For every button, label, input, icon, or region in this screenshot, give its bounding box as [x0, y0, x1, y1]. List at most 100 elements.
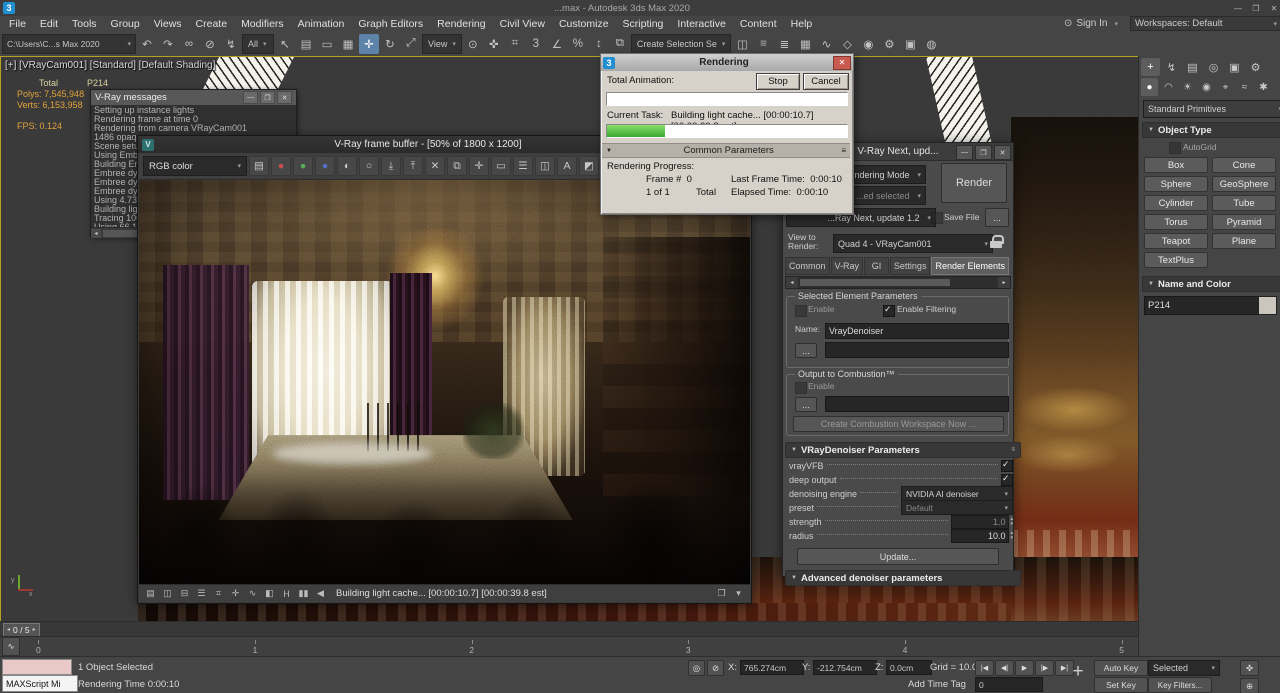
shapes-category-icon[interactable]: ◠	[1160, 78, 1177, 96]
vfb-color-corrections-icon[interactable]: ◩	[579, 156, 599, 176]
panel-scrollbar[interactable]: ◂ ▸	[785, 276, 1011, 289]
previous-frame-button[interactable]: ◀|	[995, 660, 1014, 676]
align-icon[interactable]: ≡	[753, 34, 773, 54]
menu-item[interactable]: Scripting	[616, 18, 671, 30]
render-production-icon[interactable]: ◍	[921, 34, 941, 54]
render-button[interactable]: Render	[941, 163, 1007, 203]
go-to-start-button[interactable]: |◀	[975, 660, 994, 676]
z-coordinate-field[interactable]: 0.0cm	[886, 660, 932, 675]
rendering-dialog-titlebar[interactable]: 3 Rendering ✕	[601, 54, 853, 71]
space-warps-category-icon[interactable]: ≈	[1236, 78, 1253, 96]
close-icon[interactable]: ✕	[994, 145, 1011, 160]
menu-item[interactable]: Edit	[33, 18, 65, 30]
vfb-status-pause-icon[interactable]: ▮▮	[296, 587, 311, 601]
lock-view-icon[interactable]	[989, 234, 1003, 249]
view-to-render-dropdown[interactable]: Quad 4 - VRayCam001	[833, 234, 993, 253]
render-setup-icon[interactable]: ⚙	[879, 34, 899, 54]
menu-item[interactable]: Graph Editors	[351, 18, 430, 30]
select-and-manipulate-icon[interactable]: ✜	[484, 34, 504, 54]
current-frame-field[interactable]: 0	[975, 677, 1043, 692]
sign-in-button[interactable]: ⊙ Sign In ▾	[1064, 18, 1118, 29]
vfb-status-list-icon[interactable]: ☰	[194, 587, 209, 601]
layer-manager-icon[interactable]: ≣	[774, 34, 794, 54]
vfb-clear-image-icon[interactable]: ✕	[425, 156, 445, 176]
menu-item[interactable]: Tools	[65, 18, 104, 30]
geometry-category-icon[interactable]: ●	[1141, 78, 1158, 96]
fb-expand-icon[interactable]: ▾	[731, 587, 746, 601]
primitive-button[interactable]: Box	[1144, 157, 1208, 173]
select-by-name-icon[interactable]: ▤	[296, 34, 316, 54]
time-slider-thumb[interactable]: ◂ 0 / 5 ▸	[3, 623, 40, 637]
common-parameters-header[interactable]: ▼ Common Parameters ≡	[602, 143, 850, 158]
combustion-path-field[interactable]	[825, 396, 1009, 412]
vfb-status-half-icon[interactable]: ◧	[262, 587, 277, 601]
vraydenoiser-parameters-rollout[interactable]: ▼ VRayDenoiser Parameters ≡	[785, 442, 1021, 458]
scroll-left-icon[interactable]: ◂	[91, 229, 101, 238]
menu-item[interactable]: Group	[104, 18, 147, 30]
named-selection-sets-dropdown[interactable]: Create Selection Se	[631, 34, 732, 54]
menu-item[interactable]: Customize	[552, 18, 616, 30]
spinner-arrows-icon[interactable]: ▴▾	[1010, 531, 1013, 541]
schematic-view-icon[interactable]: ◇	[837, 34, 857, 54]
enable-checkbox[interactable]	[795, 305, 807, 317]
crossing-selection-icon[interactable]: ▦	[338, 34, 358, 54]
render-setup-tab[interactable]: Common	[785, 257, 830, 275]
output-path-field[interactable]	[825, 342, 1009, 358]
vfb-status-step-icon[interactable]: ◀	[313, 587, 328, 601]
spinner-snap-icon[interactable]: ↕	[589, 34, 609, 54]
select-object-icon[interactable]: ↖	[275, 34, 295, 54]
vfb-pixel-info-icon[interactable]: ☰	[513, 156, 533, 176]
scroll-right-icon[interactable]: ▸	[998, 277, 1010, 288]
advanced-denoiser-rollout[interactable]: ▼ Advanced denoiser parameters	[785, 570, 1021, 586]
menu-item[interactable]: Views	[147, 18, 189, 30]
primitive-button[interactable]: GeoSphere	[1212, 176, 1276, 192]
vrayvfb-checkbox[interactable]	[1001, 460, 1013, 472]
lights-category-icon[interactable]: ☀	[1179, 78, 1196, 96]
selection-filter-dropdown[interactable]: All	[242, 34, 274, 54]
name-and-color-rollout[interactable]: ▼ Name and Color	[1142, 276, 1280, 292]
keyboard-override-icon[interactable]: ⌗	[505, 34, 525, 54]
deep-output-checkbox[interactable]	[1001, 474, 1013, 486]
vfb-duplicate-icon[interactable]: ⧉	[447, 156, 467, 176]
primitive-button[interactable]: TextPlus	[1144, 252, 1208, 268]
vfb-green-channel-icon[interactable]: ●	[293, 156, 313, 176]
select-and-rotate-icon[interactable]: ↻	[380, 34, 400, 54]
element-name-field[interactable]: VrayDenoiser	[825, 323, 1009, 339]
rendered-frame-window-icon[interactable]: ▣	[900, 34, 920, 54]
helpers-category-icon[interactable]: ⌖	[1217, 78, 1234, 96]
rectangular-selection-icon[interactable]: ▭	[317, 34, 337, 54]
unlink-selection-icon[interactable]: ⊘	[200, 34, 220, 54]
menu-item[interactable]: Rendering	[430, 18, 492, 30]
output-browse-button[interactable]: ...	[795, 343, 817, 358]
workspaces-dropdown[interactable]: Workspaces: Default ▾	[1130, 16, 1280, 31]
vfb-status-track-icon[interactable]: ✛	[228, 587, 243, 601]
save-file-checkbox[interactable]	[931, 212, 943, 224]
enable-filtering-checkbox[interactable]	[883, 305, 895, 317]
y-coordinate-field[interactable]: -212.754cm	[813, 660, 877, 675]
lock-selection-icon[interactable]: ⊘	[707, 660, 724, 676]
frame-forward-icon[interactable]: ▸	[33, 626, 36, 633]
redo-icon[interactable]: ↷	[158, 34, 178, 54]
mirror-icon[interactable]: ◫	[732, 34, 752, 54]
spinner-arrows-icon[interactable]: ▴▾	[1010, 517, 1013, 527]
bind-to-space-warp-icon[interactable]: ↯	[221, 34, 241, 54]
macro-recorder-area[interactable]	[2, 659, 72, 675]
menu-item[interactable]: Interactive	[670, 18, 732, 30]
rendered-image[interactable]	[139, 180, 750, 585]
maximize-window-icon[interactable]: ❐	[1247, 4, 1265, 13]
edit-named-selections-icon[interactable]: ⧉	[610, 34, 630, 54]
use-pivot-center-icon[interactable]: ⊙	[463, 34, 483, 54]
render-setup-tab[interactable]: Render Elements	[931, 257, 1009, 275]
reference-coordinate-dropdown[interactable]: View	[422, 34, 462, 54]
strength-field[interactable]: 1.0	[951, 515, 1009, 529]
minimize-icon[interactable]: —	[956, 145, 973, 160]
scrollbar-thumb[interactable]	[800, 279, 950, 286]
primitive-button[interactable]: Teapot	[1144, 233, 1208, 249]
primitive-button[interactable]: Tube	[1212, 195, 1276, 211]
primitives-category-dropdown[interactable]: Standard Primitives	[1143, 100, 1280, 118]
set-key-button[interactable]: Set Key	[1094, 677, 1148, 693]
angle-snap-icon[interactable]: ∠	[547, 34, 567, 54]
select-and-link-icon[interactable]: ∞	[179, 34, 199, 54]
mini-curve-editor-button[interactable]: ∿	[2, 637, 20, 656]
project-folder-dropdown[interactable]: C:\Users\C...s Max 2020 ▾	[2, 34, 136, 54]
